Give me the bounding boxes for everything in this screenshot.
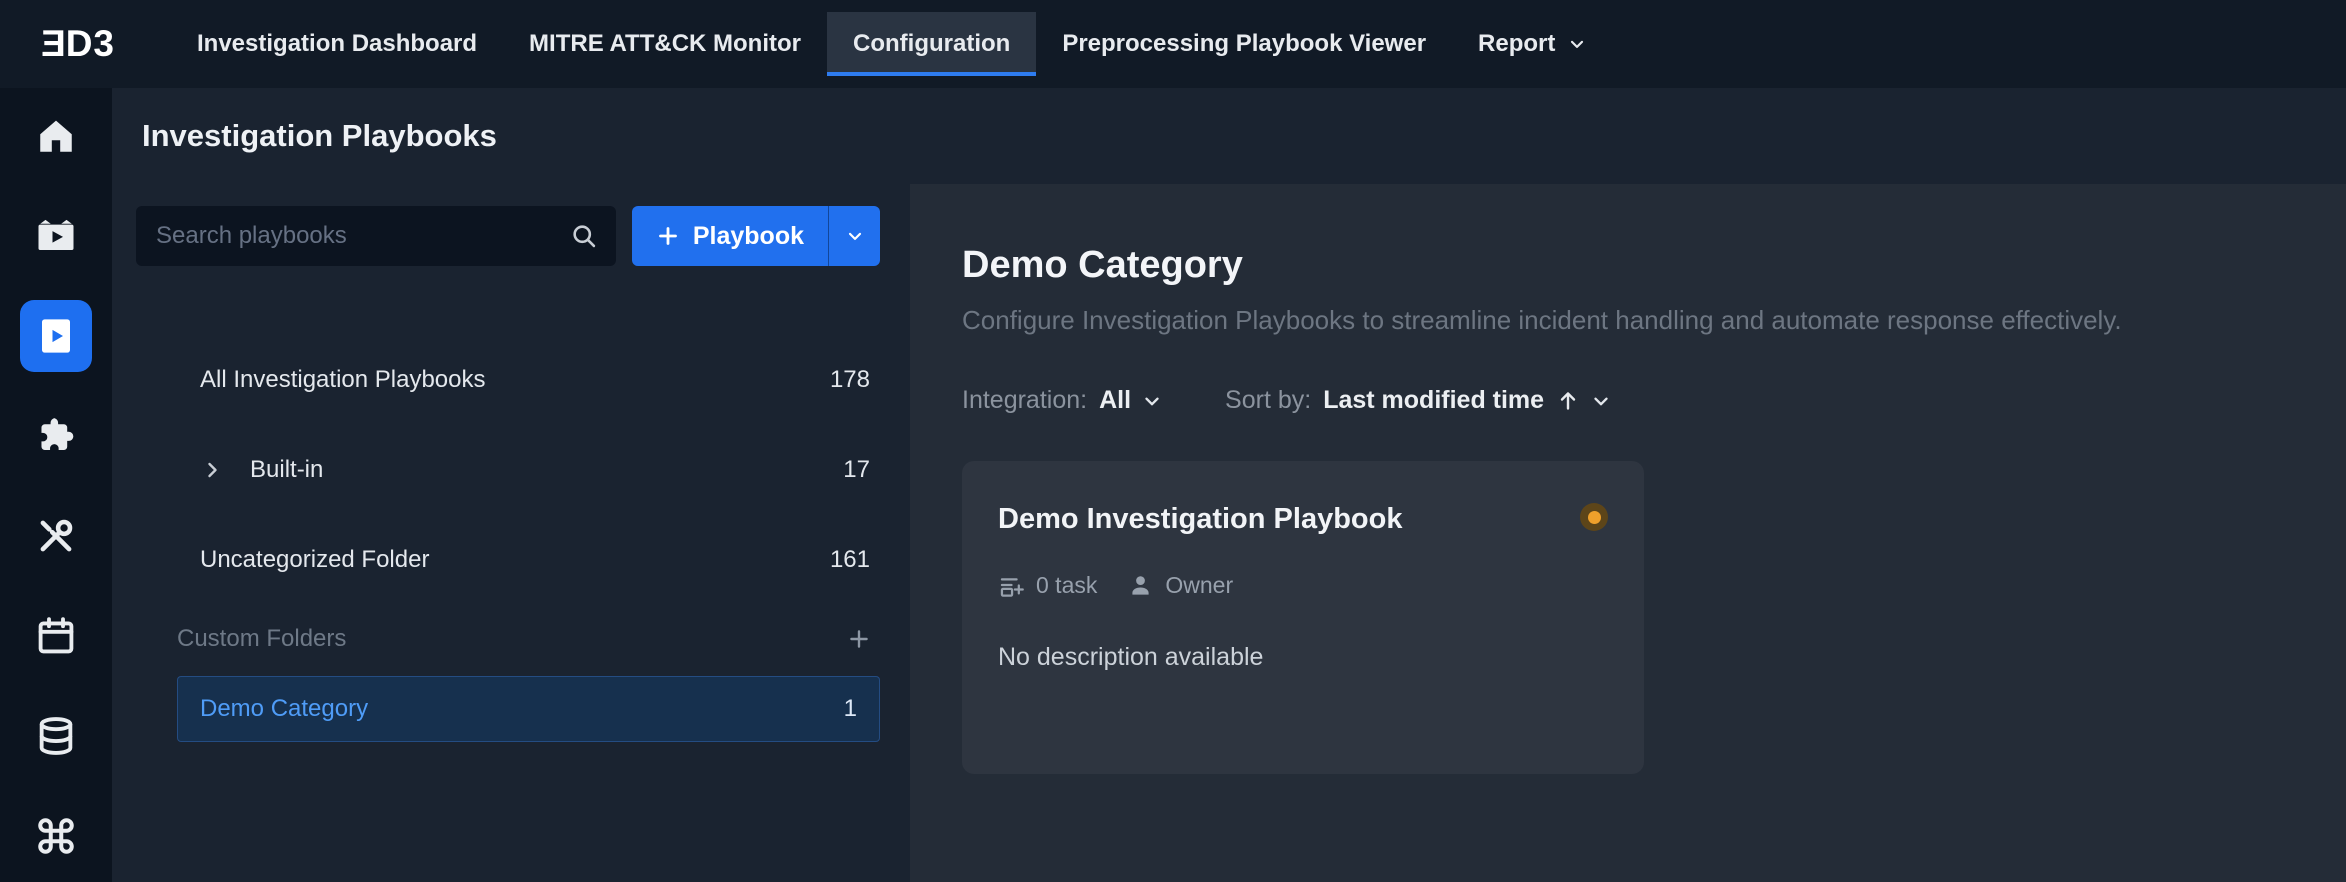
d3-logo-text: D3 [66,23,115,65]
add-custom-folder-button[interactable] [844,624,874,654]
folder-label: Demo Category [200,695,368,723]
new-playbook-button-label: Playbook [693,222,804,251]
nav-report-label: Report [1478,30,1555,58]
new-playbook-button-group: Playbook [632,206,880,266]
top-nav: ED3 Investigation Dashboard MITRE ATT&CK… [0,0,2346,88]
icon-sidebar [0,88,112,882]
utilities-tools-icon [35,515,77,557]
folder-row-all-playbooks[interactable]: All Investigation Playbooks 178 [136,342,880,418]
folder-list: All Investigation Playbooks 178 Built-in… [136,342,880,742]
folder-row-uncategorized[interactable]: Uncategorized Folder 161 [136,522,880,598]
integration-filter-value: All [1099,386,1131,415]
sidebar-item-schedule[interactable] [20,600,92,672]
plus-icon [656,224,680,248]
nav-preprocessing-playbook-viewer[interactable]: Preprocessing Playbook Viewer [1036,12,1452,76]
app-root: ED3 Investigation Dashboard MITRE ATT&CK… [0,0,2346,882]
sidebar-item-utilities[interactable] [20,500,92,572]
content-area: Investigation Playbooks Playbook [112,88,2346,882]
new-playbook-button[interactable]: Playbook [632,206,828,266]
folder-label: Built-in [250,456,323,484]
playbook-icon [35,315,77,357]
task-list-icon [998,572,1025,599]
sort-value: Last modified time [1323,386,1544,415]
columns: Playbook All Investigation Playbooks 178 [112,184,2346,882]
playbook-card-demo-investigation[interactable]: Demo Investigation Playbook 0 task Owner… [962,461,1644,774]
body-row: Investigation Playbooks Playbook [0,88,2346,882]
d3-logo[interactable]: ED3 [40,23,115,65]
status-dot-icon [1588,511,1601,524]
sidebar-item-data[interactable] [20,700,92,772]
page-header: Investigation Playbooks [112,88,2346,184]
nav-configuration[interactable]: Configuration [827,12,1036,76]
sidebar-item-home[interactable] [20,100,92,172]
playbook-folder-panel: Playbook All Investigation Playbooks 178 [112,184,910,882]
search-input[interactable] [136,206,616,266]
custom-folders-header: Custom Folders [136,608,880,670]
chevron-down-icon [1567,34,1587,54]
incident-monitor-icon [35,215,77,257]
integrations-puzzle-icon [35,415,77,457]
custom-folders-label: Custom Folders [177,625,346,653]
owner-person-icon [1127,572,1154,599]
arrow-up-icon[interactable] [1556,389,1580,413]
sidebar-item-integrations[interactable] [20,400,92,472]
nav-investigation-dashboard[interactable]: Investigation Dashboard [171,12,503,76]
folder-row-built-in[interactable]: Built-in 17 [136,432,880,508]
nav-report[interactable]: Report [1452,12,1613,76]
playbook-owner-group: Owner [1127,572,1233,599]
chevron-down-icon [1141,390,1163,412]
folder-label: All Investigation Playbooks [200,366,486,394]
page-title: Investigation Playbooks [142,118,497,154]
playbook-status-indicator [1580,503,1608,531]
search-row: Playbook [136,206,880,266]
playbook-owner-label: Owner [1165,572,1233,599]
playbook-card-meta: 0 task Owner [998,572,1608,599]
search-container [136,206,616,266]
integration-filter[interactable]: Integration: All [962,386,1163,415]
playbook-card-title: Demo Investigation Playbook [998,503,1402,536]
folder-row-demo-category[interactable]: Demo Category 1 [177,676,880,742]
plus-icon [846,626,872,652]
folder-count: 1 [844,695,857,723]
folder-count: 178 [830,366,870,394]
category-title: Demo Category [962,244,2306,287]
chevron-down-icon [1590,390,1612,412]
search-icon [570,222,598,250]
home-icon [35,115,77,157]
new-playbook-dropdown-button[interactable] [828,206,880,266]
folder-count: 17 [843,456,870,484]
command-center-icon [35,815,77,857]
sort-control[interactable]: Sort by: Last modified time [1225,386,1612,415]
data-management-icon [35,715,77,757]
folder-count: 161 [830,546,870,574]
folder-label: Uncategorized Folder [200,546,429,574]
chevron-down-icon [845,226,865,246]
playbook-task-count: 0 task [1036,572,1097,599]
category-subtitle: Configure Investigation Playbooks to str… [962,305,2306,336]
sidebar-item-command-center[interactable] [20,800,92,872]
sidebar-item-incident-monitor[interactable] [20,200,92,272]
chevron-right-icon [200,458,224,482]
top-nav-items: Investigation Dashboard MITRE ATT&CK Mon… [171,0,1613,88]
sort-label: Sort by: [1225,386,1311,415]
nav-mitre-attack-monitor[interactable]: MITRE ATT&CK Monitor [503,12,827,76]
d3-logo-mark: E [40,23,66,65]
integration-filter-label: Integration: [962,386,1087,415]
sidebar-item-playbooks[interactable] [20,300,92,372]
playbook-card-description: No description available [998,643,1608,672]
main-content: Demo Category Configure Investigation Pl… [910,184,2346,882]
playbook-card-header: Demo Investigation Playbook [998,503,1608,536]
filter-row: Integration: All Sort by: Last modified … [962,386,2306,415]
schedule-calendar-icon [35,615,77,657]
